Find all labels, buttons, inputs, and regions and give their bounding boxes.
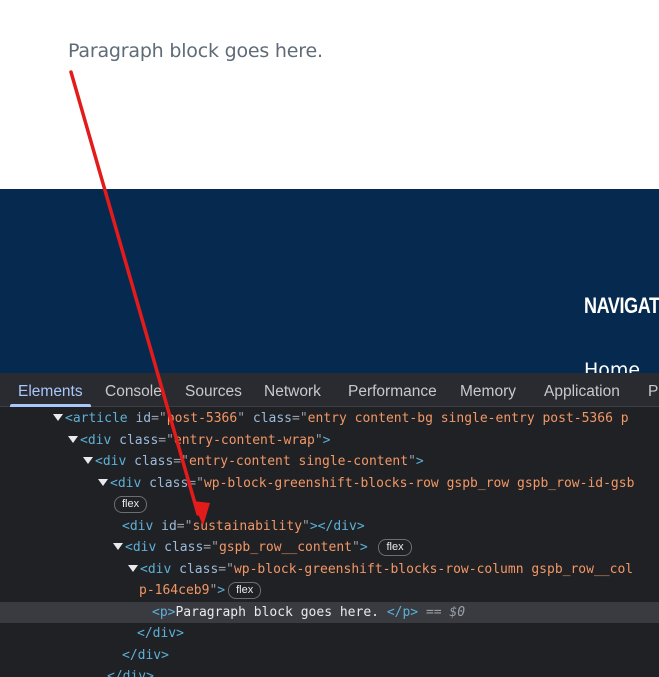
tab-sources[interactable]: Sources bbox=[185, 373, 242, 406]
tree-node-greenshift-row[interactable]: <div class="wp-block-greenshift-blocks-r… bbox=[0, 473, 659, 495]
paragraph-block: Paragraph block goes here. bbox=[68, 40, 323, 62]
expand-triangle-icon[interactable] bbox=[113, 543, 123, 550]
expand-triangle-icon[interactable] bbox=[68, 435, 78, 443]
elements-tree: <article id="post-5366" class="entry con… bbox=[0, 407, 659, 677]
expand-triangle-icon[interactable] bbox=[53, 414, 63, 421]
tree-close-div[interactable]: </div> bbox=[0, 645, 659, 667]
flex-badge[interactable]: flex bbox=[114, 496, 148, 513]
tree-node-row-content[interactable]: <div class="gspb_row__content"> flex bbox=[0, 537, 659, 559]
tab-network[interactable]: Network bbox=[264, 373, 321, 406]
expand-triangle-icon[interactable] bbox=[98, 478, 108, 486]
tab-console[interactable]: Console bbox=[105, 373, 162, 406]
devtools-tab-bar: Elements Console Sources Network Perform… bbox=[0, 373, 659, 407]
devtools-panel: Elements Console Sources Network Perform… bbox=[0, 373, 659, 677]
flex-badge[interactable]: flex bbox=[228, 582, 262, 599]
expand-triangle-icon[interactable] bbox=[83, 457, 93, 464]
page-content: Paragraph block goes here. bbox=[0, 0, 659, 189]
tree-node-article[interactable]: <article id="post-5366" class="entry con… bbox=[0, 408, 659, 430]
footer-nav-link-home[interactable]: Home bbox=[584, 359, 640, 373]
console-ref: == $0 bbox=[425, 604, 466, 620]
tab-memory[interactable]: Memory bbox=[460, 373, 516, 406]
expand-triangle-icon[interactable] bbox=[128, 564, 138, 572]
tree-node-paragraph-selected[interactable]: <p>Paragraph block goes here. </p> == $0 bbox=[0, 601, 659, 623]
tree-node-row-column-cont: p-164ceb9"> flex bbox=[0, 580, 659, 602]
tree-node-entry-content[interactable]: <div class="entry-content single-content… bbox=[0, 451, 659, 473]
tab-performance[interactable]: Performance bbox=[348, 373, 437, 406]
tab-overflow[interactable]: Pr bbox=[648, 373, 659, 406]
flex-badge[interactable]: flex bbox=[378, 539, 412, 556]
site-footer: NAVIGAT Home bbox=[0, 189, 659, 373]
tree-node-sustainability[interactable]: <div id="sustainability"></div> bbox=[0, 516, 659, 538]
tree-row-flex-badge: flex bbox=[0, 494, 659, 516]
tree-close-div[interactable]: </div> bbox=[0, 666, 659, 677]
tree-node-row-column[interactable]: <div class="wp-block-greenshift-blocks-r… bbox=[0, 559, 659, 581]
tree-close-div[interactable]: </div> bbox=[0, 623, 659, 645]
tab-elements[interactable]: Elements bbox=[10, 373, 91, 407]
footer-navigation-heading: NAVIGAT bbox=[584, 293, 659, 318]
tree-node-content-wrap[interactable]: <div class="entry-content-wrap"> bbox=[0, 430, 659, 452]
tab-application[interactable]: Application bbox=[544, 373, 620, 406]
